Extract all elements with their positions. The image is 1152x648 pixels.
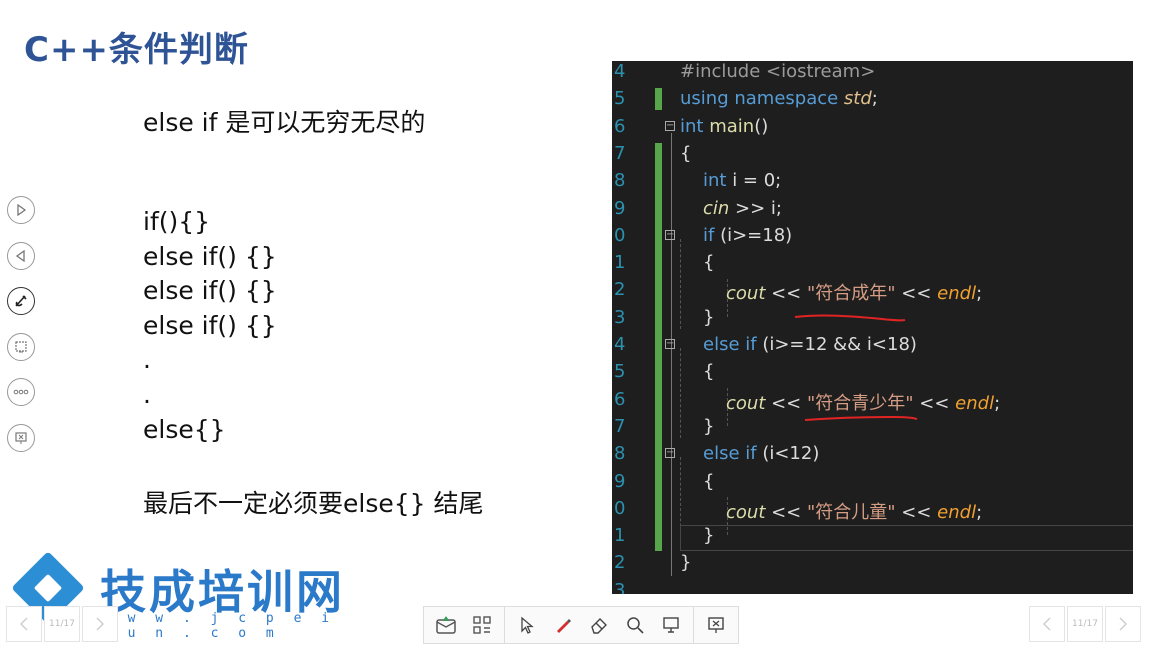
- line-number: 2: [614, 279, 626, 301]
- line-number: 1: [614, 252, 626, 274]
- eraser-icon[interactable]: [581, 607, 617, 643]
- line-number: 8: [614, 170, 626, 192]
- line-number: 0: [614, 224, 626, 246]
- pen-icon[interactable]: [7, 287, 35, 315]
- end-show-icon[interactable]: [7, 423, 35, 452]
- presenter-side-tools: [7, 196, 37, 469]
- page-indicator: 11/17: [1067, 606, 1103, 642]
- code-line: int main(): [680, 115, 769, 137]
- line-number: 9: [614, 197, 626, 219]
- code-line: #include <iostream>: [680, 61, 876, 82]
- fold-toggle-icon[interactable]: −: [665, 230, 675, 240]
- line-number: 6: [614, 115, 626, 137]
- code-line: }: [703, 306, 715, 328]
- annotation-underline: [804, 415, 918, 421]
- magnifier-icon[interactable]: [617, 607, 653, 643]
- line-number: 5: [614, 361, 626, 383]
- line-number: 3: [614, 306, 626, 328]
- code-editor-panel: 4 5 6 7 8 9 0 1 2 3 4 5 6 7 8 9 0 1 2 3 …: [612, 61, 1133, 594]
- end-icon[interactable]: [698, 607, 734, 643]
- changed-line-marker: [655, 143, 662, 551]
- code-line: }: [703, 415, 715, 437]
- code-line: }: [703, 525, 715, 547]
- line-number: 6: [614, 388, 626, 410]
- fold-guide: [671, 133, 672, 576]
- pseudo-code-line: else if() {}: [143, 310, 277, 340]
- line-number: 0: [614, 497, 626, 519]
- annotation-underline: [794, 314, 906, 322]
- presenter-toolbar: [423, 606, 739, 644]
- line-number: 7: [614, 142, 626, 164]
- pen-icon[interactable]: [545, 607, 581, 643]
- pseudo-code-block: if(){} else if() {} else if() {} else if…: [143, 205, 277, 447]
- play-next-icon[interactable]: [7, 196, 35, 224]
- code-line: cin >> i;: [703, 197, 782, 219]
- logo-url: w w w . j c p e i x u n . c o m: [100, 611, 336, 641]
- line-number: 5: [614, 88, 626, 110]
- line-number: 8: [614, 443, 626, 465]
- fold-toggle-icon[interactable]: −: [665, 121, 675, 131]
- screen-icon[interactable]: [653, 607, 689, 643]
- pseudo-code-line: .: [143, 379, 151, 409]
- next-slide-button[interactable]: [82, 606, 118, 642]
- prev-slide-button[interactable]: [6, 606, 42, 642]
- bottom-right-navigation: 11/17: [1029, 606, 1141, 642]
- line-number: 4: [614, 61, 626, 82]
- line-number: 2: [614, 552, 626, 574]
- code-line: {: [703, 252, 715, 274]
- code-line: else if (i<12): [703, 443, 820, 465]
- more-icon[interactable]: [7, 378, 35, 406]
- play-prev-icon[interactable]: [7, 241, 35, 270]
- current-line-highlight: [680, 525, 1133, 551]
- line-number: 7: [614, 415, 626, 437]
- line-number: 3: [614, 579, 626, 594]
- code-line: cout << "符合成年" << endl;: [726, 283, 983, 305]
- code-line: else if (i>=12 && i<18): [703, 334, 917, 355]
- code-line: if (i>=18): [703, 224, 793, 246]
- prev-slide-button[interactable]: [1029, 606, 1065, 642]
- code-line: using namespace std;: [680, 88, 878, 110]
- bottom-left-navigation: 11/17: [6, 606, 118, 642]
- code-line: cout << "符合儿童" << endl;: [726, 501, 983, 523]
- slide-note: 最后不一定必须要else{} 结尾: [143, 489, 484, 518]
- code-line: {: [703, 361, 715, 383]
- page-indicator: 11/17: [44, 606, 80, 642]
- code-line: {: [680, 142, 692, 164]
- changed-line-marker: [655, 88, 662, 110]
- code-line: int i = 0;: [703, 170, 782, 192]
- pseudo-code-line: else if() {}: [143, 276, 277, 306]
- fold-toggle-icon[interactable]: −: [665, 448, 675, 458]
- pseudo-code-line: else if() {}: [143, 241, 277, 271]
- pseudo-code-line: .: [143, 345, 151, 375]
- code-line: {: [703, 470, 715, 492]
- fold-toggle-icon[interactable]: −: [665, 339, 675, 349]
- next-slide-button[interactable]: [1105, 606, 1141, 642]
- line-number: 4: [614, 334, 626, 355]
- slide-list-icon[interactable]: [7, 332, 35, 361]
- line-number: 9: [614, 470, 626, 492]
- line-number: 1: [614, 525, 626, 547]
- code-line: }: [680, 552, 692, 574]
- slide-subtitle: else if 是可以无穷无尽的: [143, 108, 426, 137]
- pseudo-code-line: else{}: [143, 414, 226, 444]
- pointer-icon[interactable]: [509, 607, 545, 643]
- pseudo-code-line: if(){}: [143, 207, 211, 236]
- comment-icon[interactable]: [428, 607, 464, 643]
- grid-icon[interactable]: [464, 607, 500, 643]
- slide-title: C++条件判断: [24, 30, 249, 70]
